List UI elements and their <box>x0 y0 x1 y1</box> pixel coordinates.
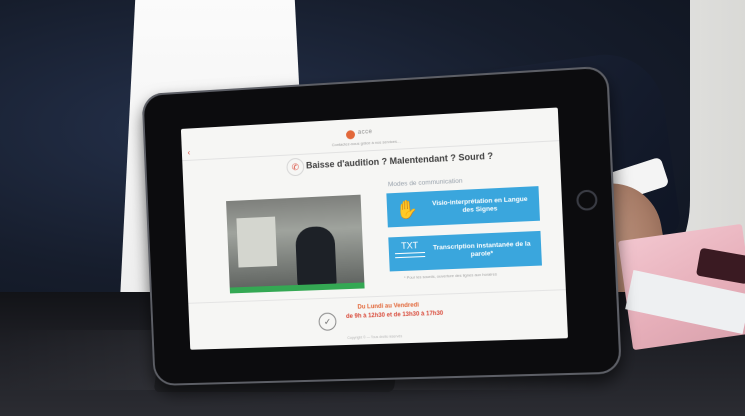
service-note: * Pour les sourds, ouverture des lignes … <box>403 271 497 280</box>
phone-icon: ✆ <box>286 157 305 177</box>
text-transcription-icon: TXT <box>394 240 426 267</box>
transcription-label: Transcription instantanée de la parole* <box>432 240 531 259</box>
txt-icon-lines <box>394 251 426 259</box>
hours-days: Du Lundi au Vendredi <box>357 302 420 311</box>
sign-language-button[interactable]: ✋ Visio-interprétation en Langue des Sig… <box>386 186 540 228</box>
video-person <box>295 225 337 287</box>
sign-language-icon: ✋ <box>395 198 419 221</box>
hours-times: de 9h à 12h30 et de 13h30 à 17h30 <box>345 310 444 321</box>
sign-language-label: Visio-interprétation en Langue des Signe… <box>431 195 528 215</box>
txt-icon-label: TXT <box>400 240 419 251</box>
video-window-light <box>236 216 278 268</box>
tablet-screen: ‹ acce Contactez-nous grâce à nos servic… <box>180 107 569 350</box>
page-headline: Baisse d'audition ? Malentendant ? Sourd… <box>305 150 494 171</box>
transcription-button[interactable]: TXT Transcription instantanée de la paro… <box>388 230 542 272</box>
check-icon: ✓ <box>318 312 337 331</box>
modes-label: Modes de communication <box>387 177 463 189</box>
video-preview[interactable] <box>226 194 365 294</box>
video-progress-bar <box>229 282 365 294</box>
logo-icon <box>345 130 356 140</box>
brand-name: acce <box>357 129 373 136</box>
tablet-device: ‹ acce Contactez-nous grâce à nos servic… <box>141 65 622 386</box>
